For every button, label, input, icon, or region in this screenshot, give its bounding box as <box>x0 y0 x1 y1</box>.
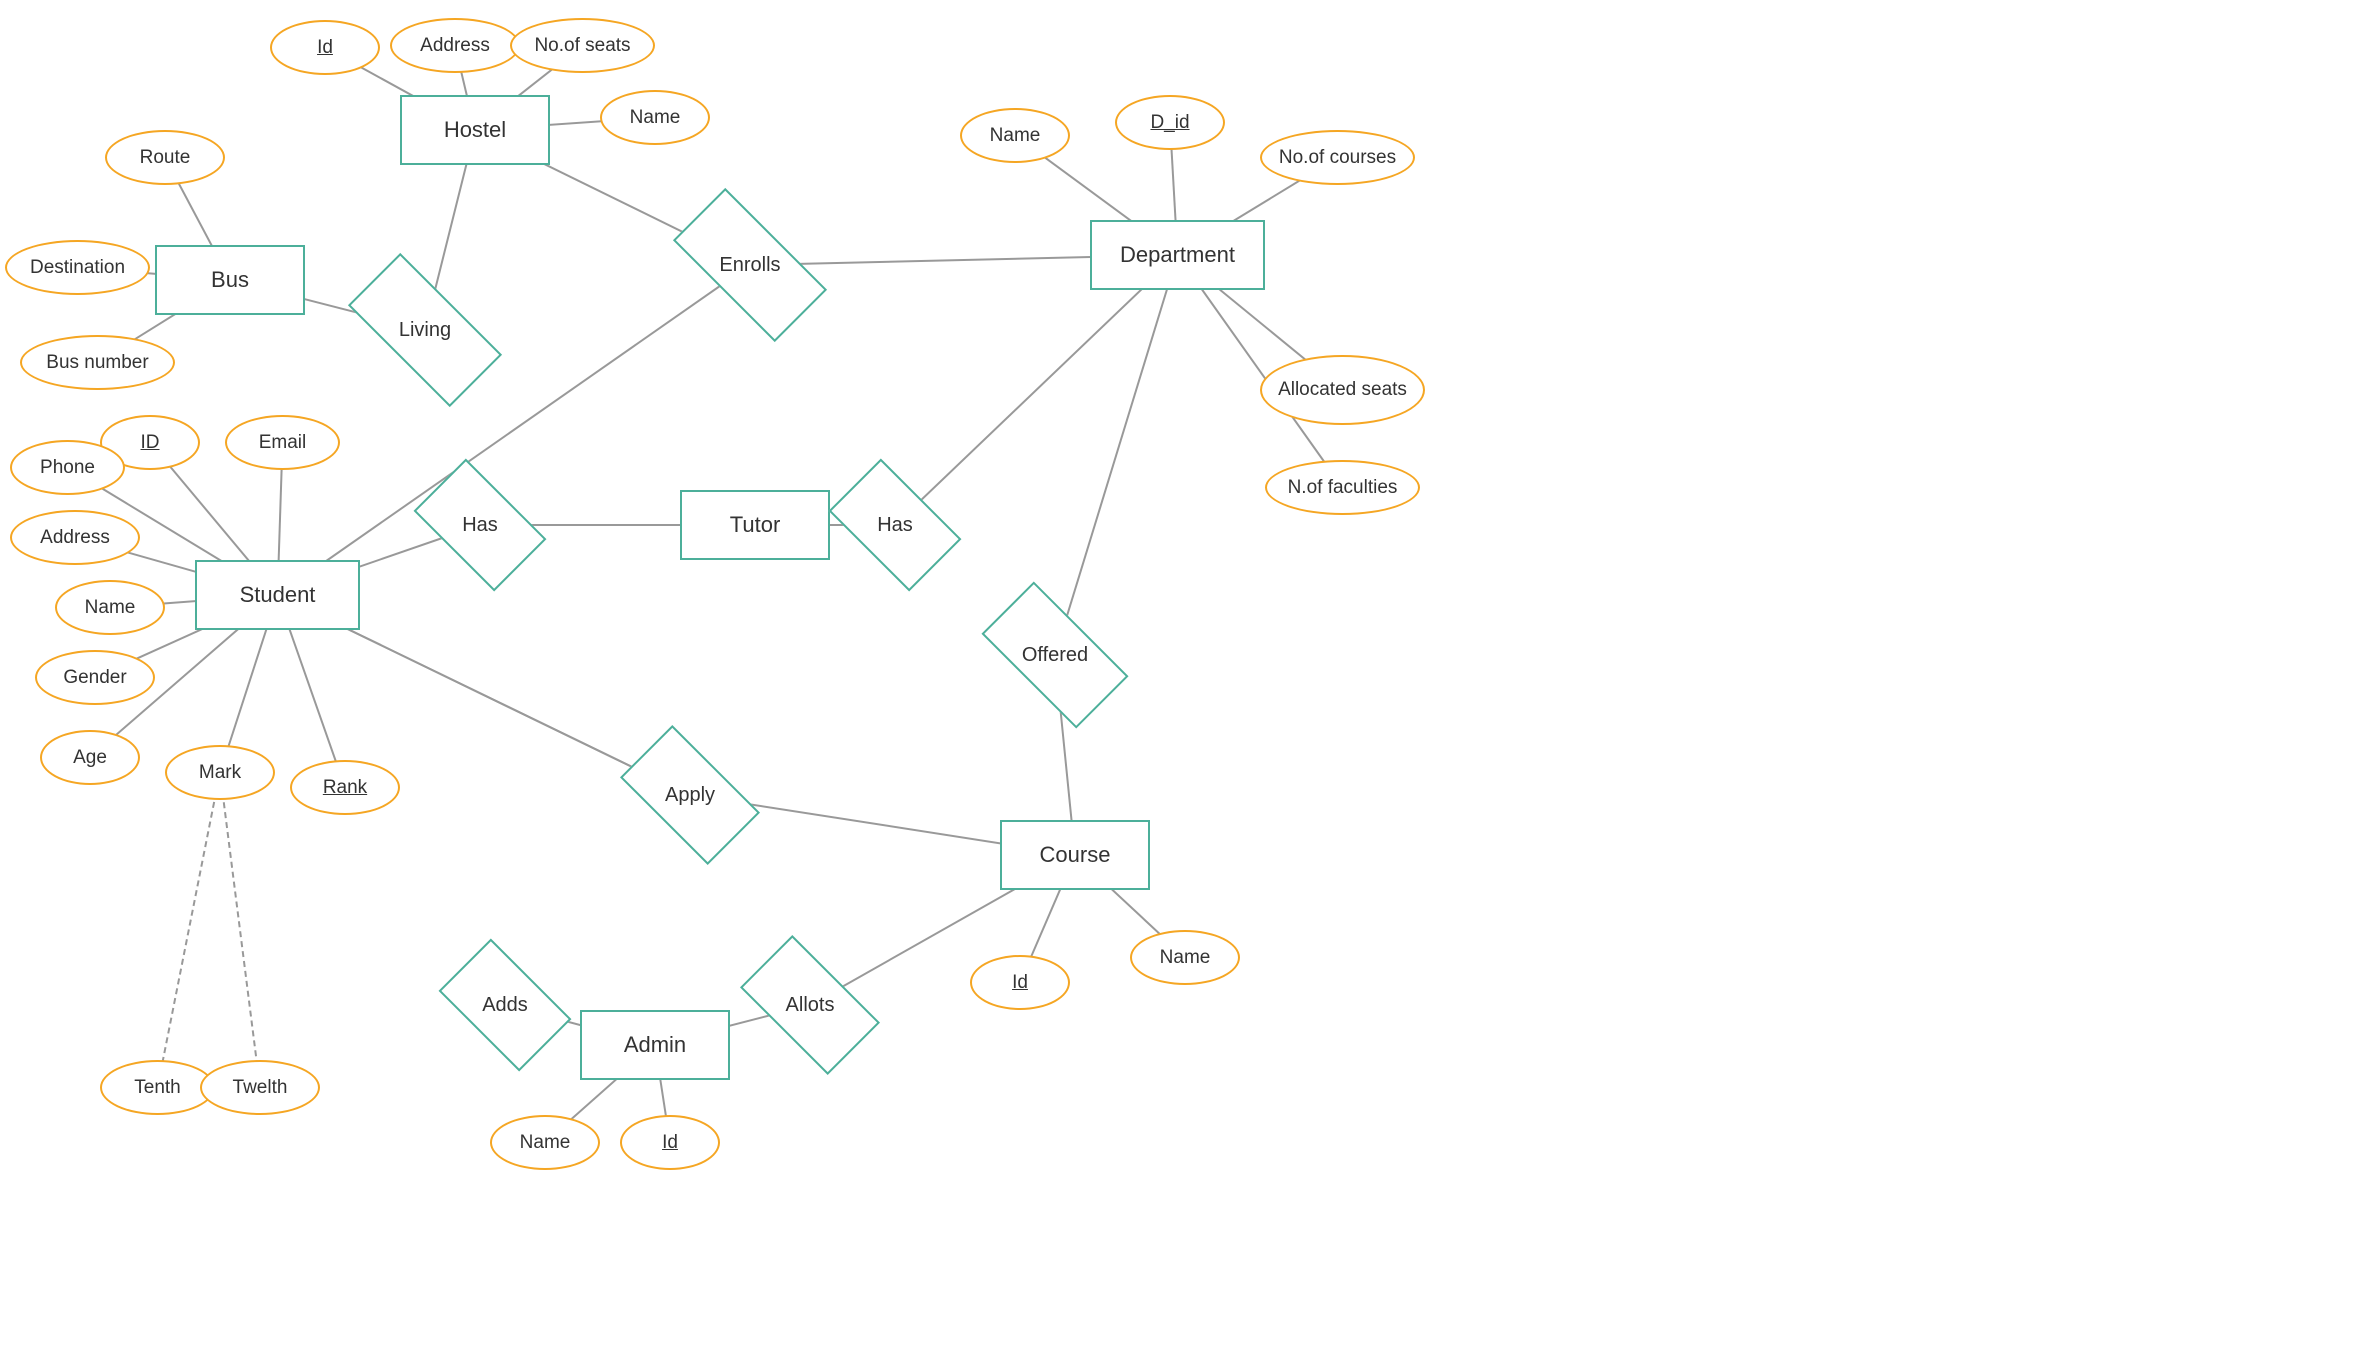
attr-bus-destination: Destination <box>5 240 150 295</box>
entity-tutor: Tutor <box>680 490 830 560</box>
attr-dept-allocated: Allocated seats <box>1260 355 1425 425</box>
attr-dept-faculties: N.of faculties <box>1265 460 1420 515</box>
er-diagram-canvas: Hostel Bus Student Tutor Admin Department Cour… <box>0 0 2360 1360</box>
entity-course: Course <box>1000 820 1150 890</box>
attr-hostel-id: Id <box>270 20 380 75</box>
attr-admin-name: Name <box>490 1115 600 1170</box>
entity-admin: Admin <box>580 1010 730 1080</box>
attr-student-address: Address <box>10 510 140 565</box>
attr-hostel-address: Address <box>390 18 520 73</box>
relation-adds: Adds <box>450 970 560 1040</box>
attr-student-tenth: Tenth <box>100 1060 215 1115</box>
attr-hostel-noseats: No.of seats <box>510 18 655 73</box>
attr-course-name: Name <box>1130 930 1240 985</box>
attr-student-twelth: Twelth <box>200 1060 320 1115</box>
attr-dept-name: Name <box>960 108 1070 163</box>
entity-student: Student <box>195 560 360 630</box>
attr-hostel-name: Name <box>600 90 710 145</box>
connection-lines <box>0 0 2360 1360</box>
attr-bus-route: Route <box>105 130 225 185</box>
relation-offered: Offered <box>990 620 1120 690</box>
attr-student-name: Name <box>55 580 165 635</box>
relation-apply: Apply <box>630 760 750 830</box>
attr-admin-id: Id <box>620 1115 720 1170</box>
attr-dept-nocourses: No.of courses <box>1260 130 1415 185</box>
relation-enrolls: Enrolls <box>680 230 820 300</box>
attr-course-id: Id <box>970 955 1070 1010</box>
entity-hostel: Hostel <box>400 95 550 165</box>
attr-student-mark: Mark <box>165 745 275 800</box>
relation-has1: Has <box>425 490 535 560</box>
relation-has2: Has <box>840 490 950 560</box>
attr-student-age: Age <box>40 730 140 785</box>
attr-dept-did: D_id <box>1115 95 1225 150</box>
entity-department: Department <box>1090 220 1265 290</box>
attr-student-phone: Phone <box>10 440 125 495</box>
relation-allots: Allots <box>750 970 870 1040</box>
attr-student-email: Email <box>225 415 340 470</box>
relation-living: Living <box>355 295 495 365</box>
attr-student-rank: Rank <box>290 760 400 815</box>
attr-student-gender: Gender <box>35 650 155 705</box>
entity-bus: Bus <box>155 245 305 315</box>
attr-bus-number: Bus number <box>20 335 175 390</box>
